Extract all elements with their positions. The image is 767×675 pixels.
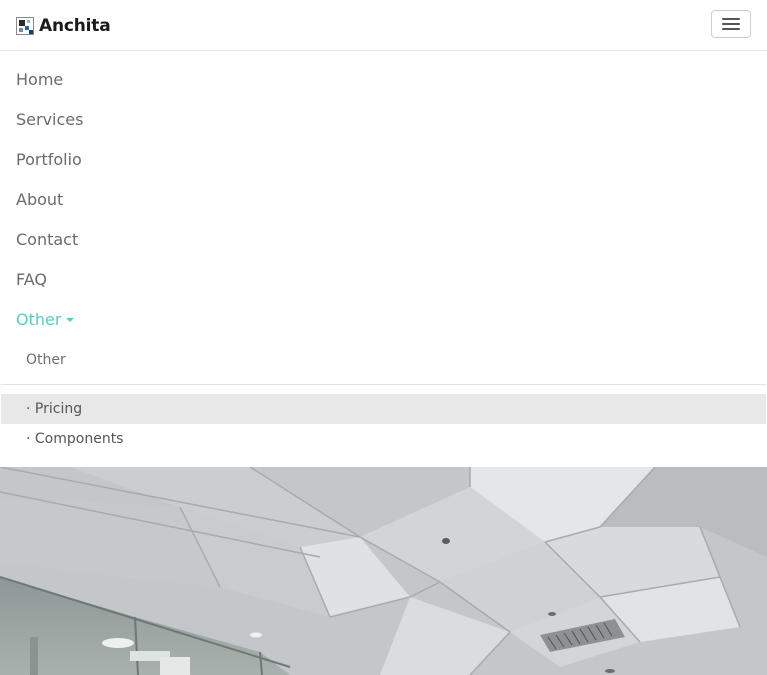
hero-image — [0, 467, 767, 675]
nav-item-portfolio[interactable]: Portfolio — [16, 148, 82, 172]
dropdown-item-pricing[interactable]: · Pricing — [1, 394, 766, 424]
navbar-toggle-button[interactable] — [711, 10, 751, 38]
nav-item-other-dropdown[interactable]: Other — [16, 308, 75, 332]
brand-link[interactable]: Anchita — [16, 14, 111, 38]
nav-item-faq[interactable]: FAQ — [16, 268, 47, 292]
nav-item-other-label: Other — [16, 310, 62, 329]
brand-logo-icon — [16, 17, 34, 35]
nav-item-services[interactable]: Services — [16, 108, 83, 132]
nav-item-contact[interactable]: Contact — [16, 228, 78, 252]
hamburger-menu-icon — [722, 18, 740, 20]
top-navbar: Anchita — [0, 0, 767, 51]
brand-name: Anchita — [39, 16, 111, 36]
dropdown-header: Other — [26, 352, 66, 368]
dropdown-divider — [1, 384, 766, 385]
caret-down-icon — [66, 317, 75, 322]
nav-item-about[interactable]: About — [16, 188, 63, 212]
dropdown-item-components[interactable]: · Components — [1, 424, 766, 454]
nav-item-home[interactable]: Home — [16, 68, 63, 92]
